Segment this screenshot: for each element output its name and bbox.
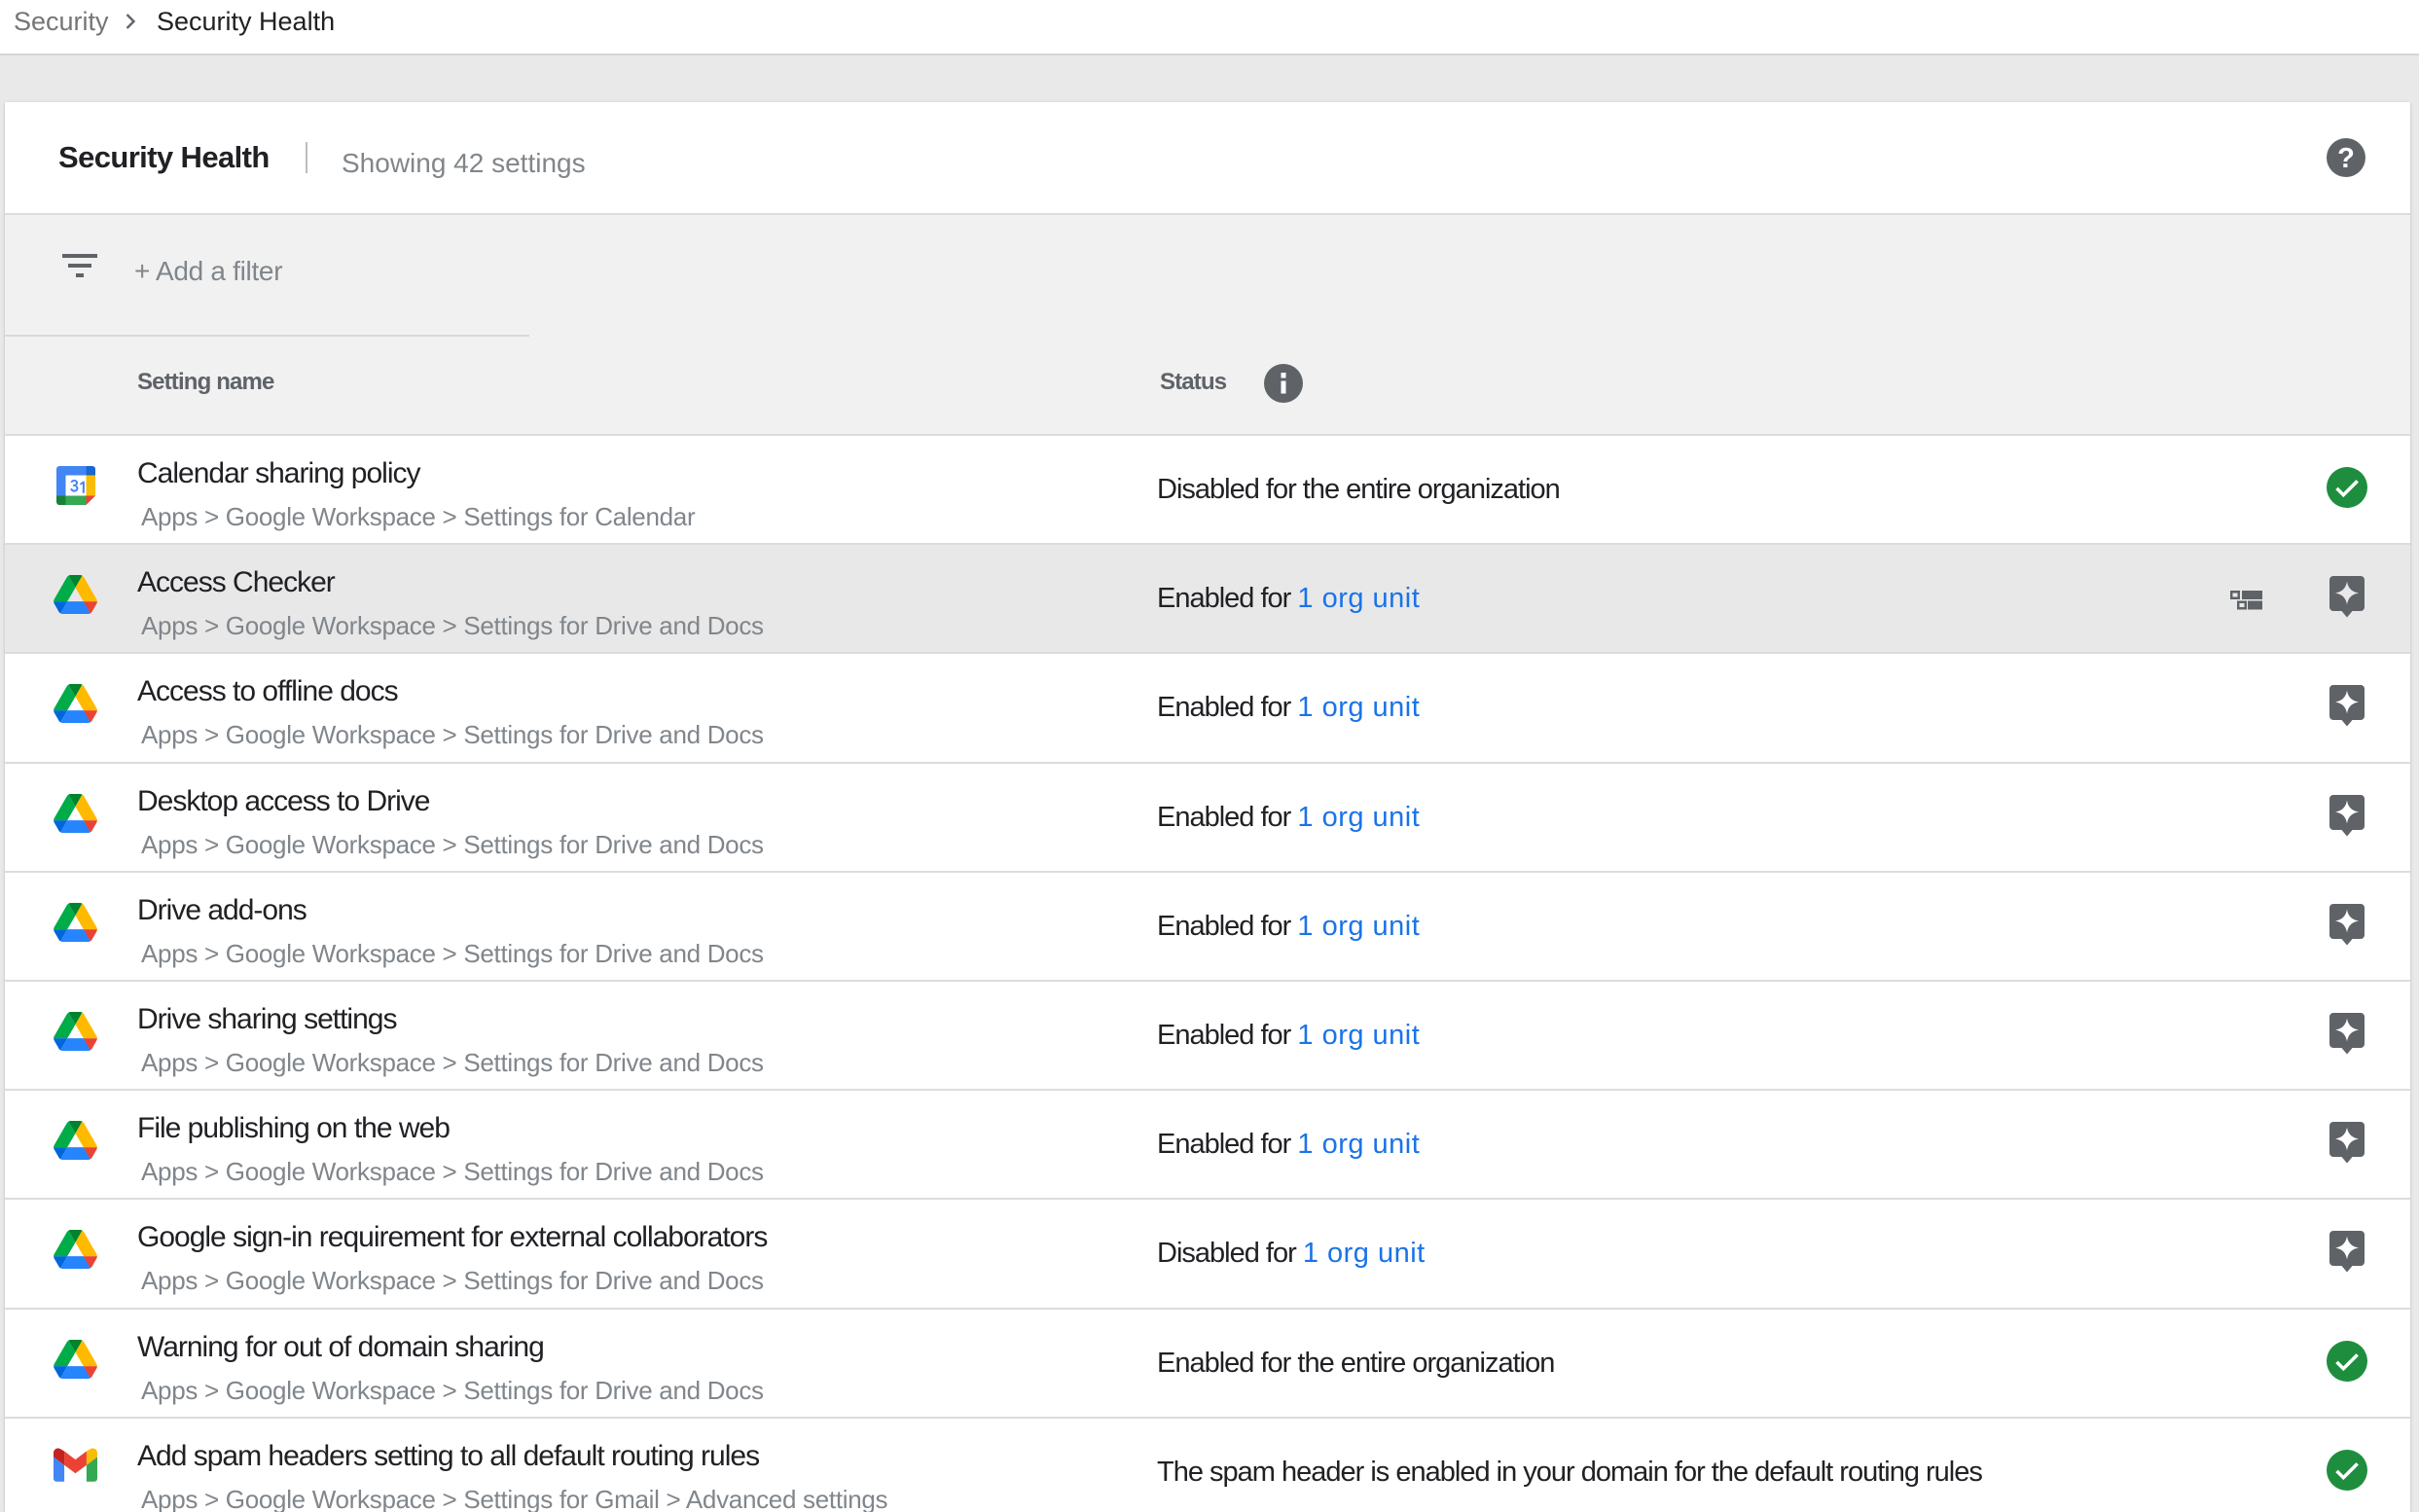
svg-text:?: ?	[2337, 143, 2355, 174]
